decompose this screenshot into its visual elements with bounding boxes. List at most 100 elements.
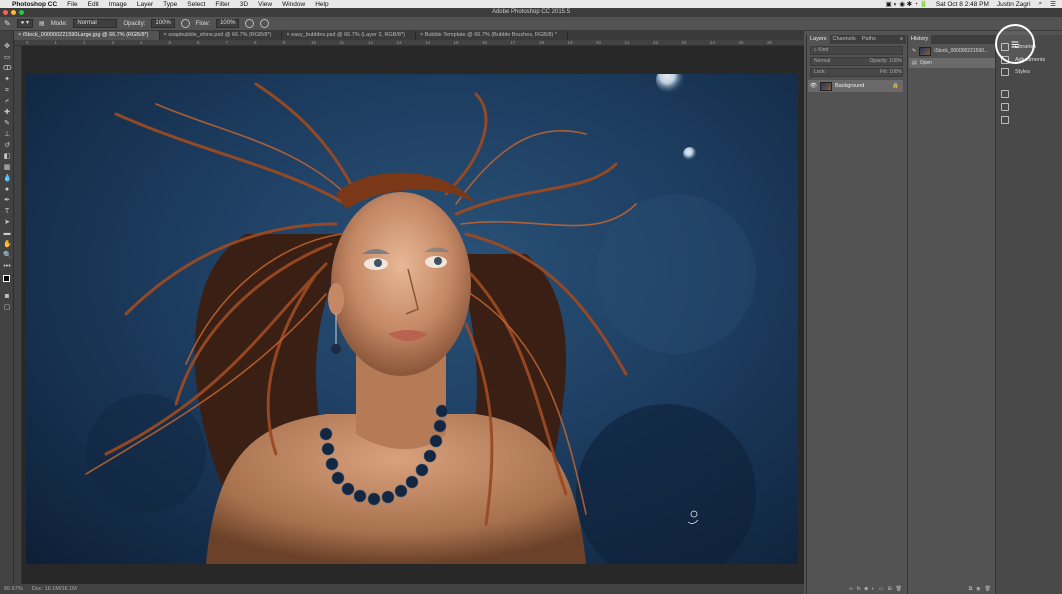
crop-tool-icon[interactable]: ⌗ <box>3 87 11 95</box>
menu-3d[interactable]: 3D <box>240 1 248 8</box>
quick-mask-icon[interactable]: ◙ <box>3 293 11 301</box>
history-brush-source-icon[interactable]: ✎ <box>912 46 916 56</box>
notification-icon[interactable]: ☰ <box>1050 0 1056 8</box>
menu-select[interactable]: Select <box>187 1 205 8</box>
menubar-datetime[interactable]: Sat Oct 8 2:48 PM <box>936 1 989 8</box>
more-tools-icon[interactable]: ••• <box>3 263 11 271</box>
menu-type[interactable]: Type <box>163 1 177 8</box>
tab-channels[interactable]: Channels <box>830 35 859 44</box>
quick-select-tool-icon[interactable]: ✦ <box>3 76 11 84</box>
status-icons[interactable]: ▣ ◐ ◉ ✱ ◔ 🔋 <box>886 0 928 8</box>
doc-tab-4[interactable]: × Bubble Template @ 66.7% (Bubble Brushe… <box>416 31 569 40</box>
marquee-tool-icon[interactable]: ▭ <box>3 54 11 62</box>
mode-select[interactable]: Normal <box>73 19 118 28</box>
pressure-opacity-icon[interactable] <box>180 19 190 28</box>
menu-app-name[interactable]: Photoshop CC <box>12 1 57 8</box>
menu-layer[interactable]: Layer <box>137 1 153 8</box>
dock-styles[interactable]: Styles <box>996 66 1062 77</box>
lasso-tool-icon[interactable]: ↀ <box>3 65 12 73</box>
zoom-level[interactable]: 66.67% <box>4 586 23 592</box>
menu-view[interactable]: View <box>258 1 272 8</box>
eyedropper-tool-icon[interactable]: ⌿ <box>3 98 11 106</box>
brush-tool-icon-side[interactable]: ✎ <box>3 120 11 128</box>
add-mask-icon[interactable]: ◙ <box>865 586 868 592</box>
pen-tool-icon[interactable]: ✒ <box>3 197 11 205</box>
brush-panel-icon[interactable]: ▤ <box>39 20 45 27</box>
history-step-open[interactable]: ▤ Open <box>909 58 995 68</box>
hand-tool-icon[interactable]: ✋ <box>3 241 12 249</box>
blend-mode-select[interactable]: Normal <box>814 58 830 65</box>
doc-tab-3[interactable]: × easy_bubbles.psd @ 66.7% (Layer 3, RGB… <box>282 31 416 40</box>
ruler-tick-label: 26 <box>767 40 773 45</box>
brush-presets-icon[interactable] <box>1001 103 1009 111</box>
window-title: Adobe Photoshop CC 2015.5 <box>491 9 571 15</box>
link-layers-icon[interactable]: ∞ <box>849 586 853 592</box>
new-document-icon[interactable]: ⧉ <box>969 586 973 592</box>
ruler-tick-label: 19 <box>567 40 573 45</box>
opacity-input[interactable]: 100% <box>151 19 175 28</box>
airbrush-icon[interactable] <box>245 19 255 28</box>
portrait-photo-illustration <box>85 74 756 564</box>
canvas-area[interactable] <box>22 46 804 584</box>
foreground-color-swatch[interactable] <box>3 275 10 282</box>
ruler-vertical[interactable] <box>14 46 22 584</box>
ruler-tick-label: 8 <box>254 40 257 45</box>
paragraph-icon[interactable] <box>1001 116 1009 124</box>
history-snapshot[interactable]: ✎ iStock_000000221590... <box>909 46 995 56</box>
layer-opacity-input[interactable]: Opacity: 100% <box>869 58 902 65</box>
flow-input[interactable]: 100% <box>216 19 240 28</box>
new-group-icon[interactable]: ▭ <box>879 586 884 592</box>
pressure-size-icon[interactable] <box>260 19 270 28</box>
path-select-tool-icon[interactable]: ➤ <box>3 219 11 227</box>
close-window-button[interactable] <box>3 10 8 15</box>
shape-tool-icon[interactable]: ▬ <box>3 230 11 238</box>
brush-preset-picker[interactable]: ● ▾ <box>16 19 34 28</box>
screen-mode-icon[interactable]: ▢ <box>3 304 11 312</box>
menu-help[interactable]: Help <box>315 1 328 8</box>
menu-file[interactable]: File <box>67 1 77 8</box>
menubar-user[interactable]: Justin Zagri <box>997 1 1031 8</box>
menu-image[interactable]: Image <box>109 1 127 8</box>
history-brush-tool-icon[interactable]: ↺ <box>3 142 11 150</box>
gradient-tool-icon[interactable]: ▦ <box>3 164 11 172</box>
minimize-window-button[interactable] <box>11 10 16 15</box>
blur-tool-icon[interactable]: 💧 <box>3 175 12 183</box>
history-trash-icon[interactable]: 🗑 <box>985 586 991 592</box>
clone-stamp-tool-icon[interactable]: ⊥ <box>3 131 11 139</box>
document-canvas-photo[interactable] <box>26 74 798 564</box>
fill-input[interactable]: Fill: 100% <box>880 69 902 76</box>
menu-window[interactable]: Window <box>282 1 305 8</box>
layer-row-background[interactable]: 👁 Background 🔒 <box>808 80 903 92</box>
menu-filter[interactable]: Filter <box>215 1 229 8</box>
snapshot-camera-icon[interactable]: ◉ <box>976 586 980 592</box>
tab-history[interactable]: History <box>908 35 932 44</box>
move-tool-icon[interactable]: ✥ <box>3 43 11 51</box>
panel-menu-icon[interactable]: ≡ <box>897 35 906 44</box>
doc-tab-label: soapbubble_shine.psd @ 66.7% (RGB/8*) <box>168 32 272 38</box>
tab-layers[interactable]: Layers <box>807 35 830 44</box>
history-panel: History ✎ iStock_000000221590... ▤ Open … <box>907 35 995 594</box>
healing-tool-icon[interactable]: ✚ <box>3 109 11 117</box>
zoom-window-button[interactable] <box>19 10 24 15</box>
eraser-tool-icon[interactable]: ◧ <box>3 153 11 161</box>
brush-tool-icon[interactable]: ✎ <box>4 19 11 28</box>
adjustment-layer-icon[interactable]: ◐ <box>872 586 875 592</box>
type-tool-icon[interactable]: T <box>3 208 11 216</box>
zoom-tool-icon[interactable]: 🔍 <box>3 252 12 260</box>
doc-tab-1[interactable]: × iStock_000000221590Large.jpg @ 66.7% (… <box>14 31 160 40</box>
dodge-tool-icon[interactable]: ● <box>3 186 11 194</box>
spotlight-icon[interactable]: ⌕ <box>1039 0 1043 8</box>
eye-icon[interactable]: 👁 <box>810 80 817 92</box>
lock-icon[interactable]: 🔒 <box>892 80 899 92</box>
layer-filter-kind[interactable]: ⌕ Kind <box>810 46 903 55</box>
menu-edit[interactable]: Edit <box>88 1 99 8</box>
doc-size[interactable]: Doc: 16.1M/16.1M <box>32 586 77 592</box>
tab-paths[interactable]: Paths <box>859 35 879 44</box>
hamburger-menu-icon[interactable]: ≡ <box>1011 36 1019 52</box>
ruler-tick-label: 0 <box>26 40 29 45</box>
doc-tab-2[interactable]: × soapbubble_shine.psd @ 66.7% (RGB/8*) <box>160 31 283 40</box>
trash-icon[interactable]: 🗑 <box>896 586 902 592</box>
new-layer-icon[interactable]: ⊞ <box>887 586 891 592</box>
properties-icon[interactable] <box>1001 90 1009 98</box>
fx-icon[interactable]: fx <box>857 586 861 592</box>
